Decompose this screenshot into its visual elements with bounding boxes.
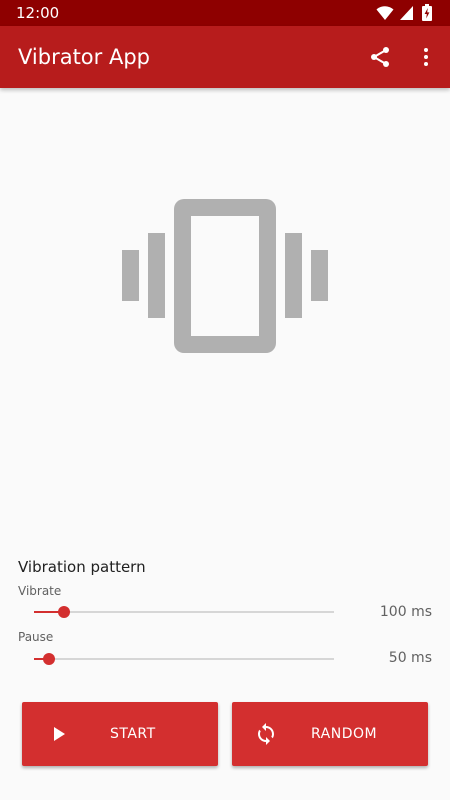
random-button[interactable]: RANDOM — [232, 702, 428, 766]
pause-label: Pause — [18, 630, 54, 644]
share-button[interactable] — [362, 39, 398, 75]
status-bar: 12:00 — [0, 0, 450, 26]
wifi-icon — [376, 6, 394, 20]
vibrate-value: 100 ms — [379, 604, 432, 620]
more-vert-icon — [424, 48, 428, 66]
app-bar: Vibrator App — [0, 26, 450, 88]
vibrate-slider-thumb[interactable] — [58, 606, 70, 618]
pause-value: 50 ms — [388, 650, 432, 666]
status-icons — [376, 4, 436, 21]
sync-icon — [258, 723, 274, 745]
start-button-label: START — [110, 726, 156, 742]
pause-slider-track — [34, 658, 334, 660]
vibrate-label: Vibrate — [18, 584, 62, 598]
pause-slider[interactable] — [34, 649, 334, 669]
vibrate-slider-track — [34, 611, 334, 613]
cellular-signal-icon — [400, 6, 413, 20]
vibration-illustration — [122, 198, 328, 354]
play-icon — [54, 727, 65, 741]
random-button-label: RANDOM — [311, 726, 378, 742]
share-icon — [371, 47, 389, 67]
status-time: 12:00 — [16, 4, 60, 22]
vibration-pattern-title: Vibration pattern — [18, 558, 146, 576]
vibrate-slider[interactable] — [34, 602, 334, 622]
battery-charging-icon — [422, 4, 432, 21]
start-button[interactable]: START — [22, 702, 218, 766]
app-title: Vibrator App — [18, 45, 150, 69]
pause-slider-thumb[interactable] — [43, 653, 55, 665]
more-options-button[interactable] — [408, 39, 444, 75]
vibration-icon — [122, 199, 328, 353]
